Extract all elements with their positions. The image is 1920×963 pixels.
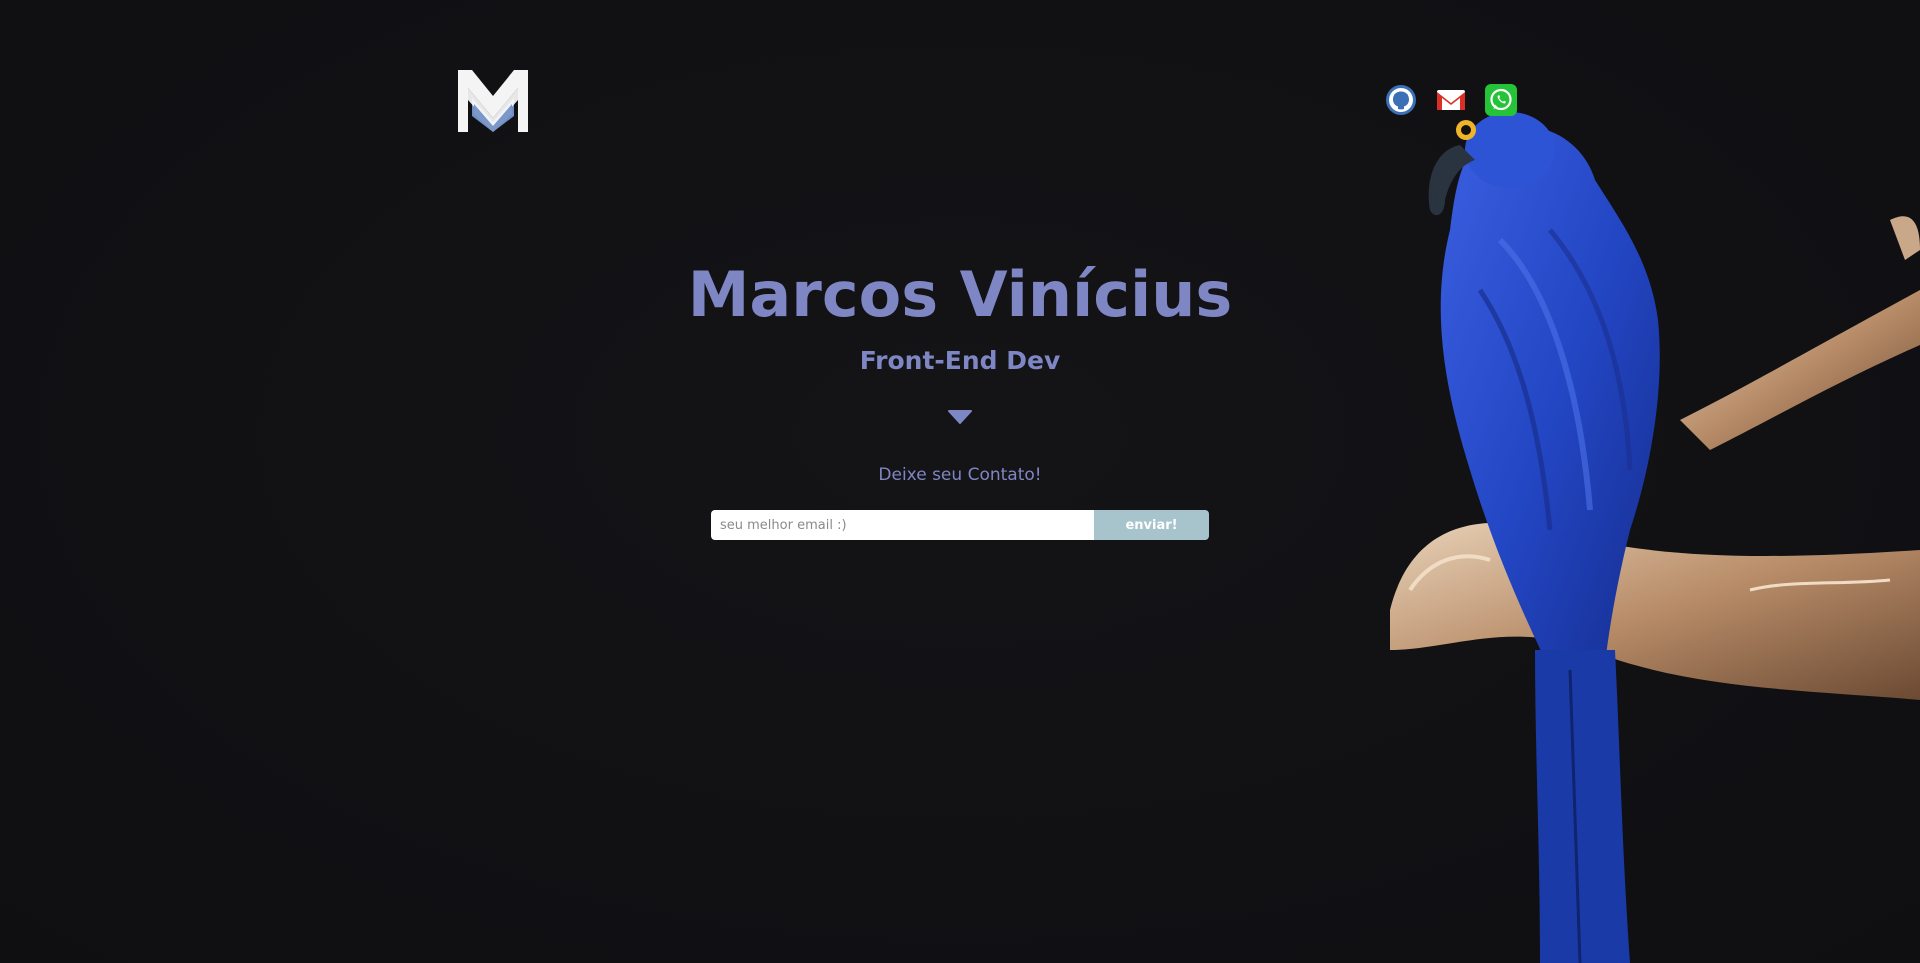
landing-page: Marcos Vinícius Front-End Dev Deixe seu … <box>0 0 1920 963</box>
social-links <box>1385 84 1517 116</box>
caret-down-icon[interactable] <box>948 410 972 424</box>
submit-button[interactable]: enviar! <box>1094 510 1209 540</box>
contact-form: enviar! <box>711 510 1209 540</box>
whatsapp-icon[interactable] <box>1485 84 1517 116</box>
macaw-image <box>1390 112 1920 963</box>
hero-role: Front-End Dev <box>859 346 1061 375</box>
hero-name: Marcos Vinícius <box>687 258 1233 331</box>
m-logo-icon[interactable] <box>458 70 528 132</box>
contact-label: Deixe seu Contato! <box>878 465 1042 485</box>
gmail-icon[interactable] <box>1435 84 1467 116</box>
email-input[interactable] <box>711 510 1094 540</box>
github-icon[interactable] <box>1385 84 1417 116</box>
